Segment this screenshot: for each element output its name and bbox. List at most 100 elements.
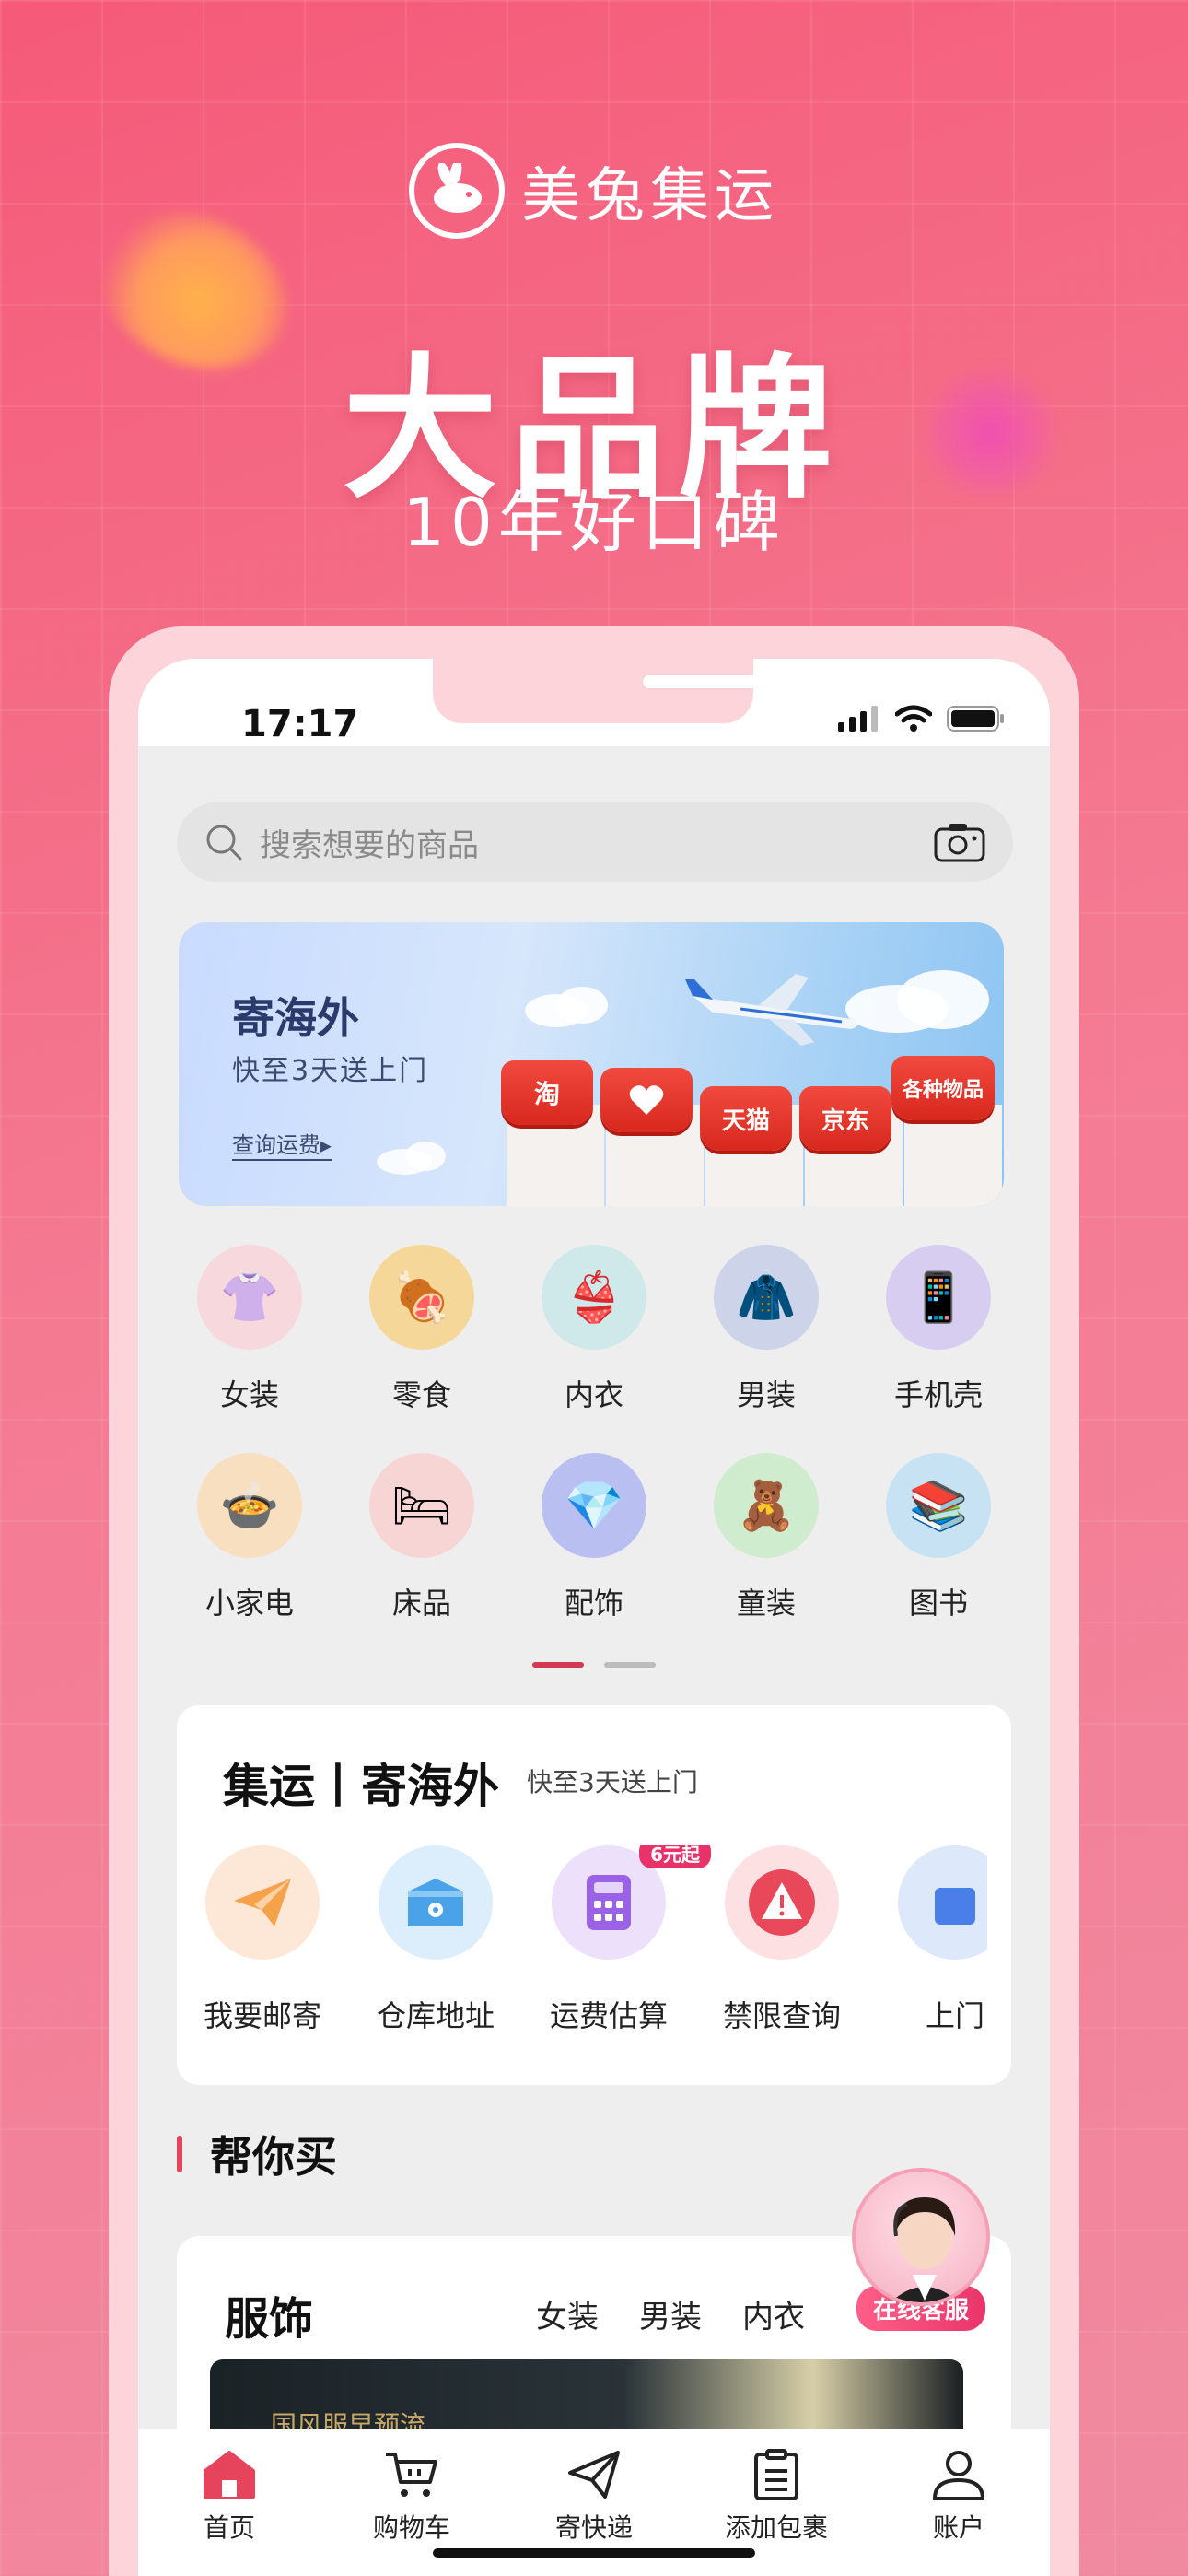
service-fee-estimate[interactable]: 6元起 运费估算 [550,1845,711,2035]
womens-clothing-icon: 👚 [197,1245,302,1350]
package-icon [754,2449,798,2500]
kids-clothing-icon: 🧸 [714,1453,819,1558]
clothing-title: 服饰 [225,2293,314,2345]
tab-womens[interactable]: 女装 [536,2291,599,2336]
signal-icon [838,706,878,732]
store-taobao: 淘 [501,1060,593,1125]
category-label: 男装 [736,1377,796,1412]
heart-icon [629,1085,664,1115]
tab-label: 首页 [203,2512,255,2543]
shipping-card-title: 集运丨寄海外 [223,1760,499,1813]
cloud-icon [377,1142,446,1175]
bedding-icon: 🛏 [369,1453,474,1558]
store-tmall: 天猫 [700,1086,792,1151]
category-underwear[interactable]: 👙 内衣 [510,1245,678,1414]
category-label: 配饰 [564,1586,623,1621]
category-label: 零食 [391,1377,451,1412]
wifi-icon [895,705,932,732]
home-icon [204,2451,255,2499]
service-warehouse[interactable]: 仓库地址 [377,1845,495,2035]
category-row: 🍲 小家电 🛏 床品 💎 配饰 🧸 童装 📚 图书 [166,1453,1022,1622]
service-list: 我要邮寄 仓库地址 6元起 运费估算 禁限查询 上门 [204,1845,987,2035]
tab-label: 账户 [932,2512,984,2543]
search-placeholder: 搜索想要的商品 [260,826,479,864]
shipping-banner[interactable]: 寄海外 快至3天送上门 查询运费▸ 淘 天猫 京东 各种物品 [179,922,1004,1206]
category-label: 小家电 [204,1586,294,1621]
status-icons [838,705,1006,732]
page-dot-active [532,1662,584,1668]
service-pickup[interactable]: 上门 [897,1845,987,2035]
warning-icon [725,1845,839,1960]
category-bedding[interactable]: 🛏 床品 [338,1453,506,1622]
customer-service-button[interactable]: 在线客服 [847,2168,995,2331]
price-badge: 6元起 [639,1845,711,1868]
home-indicator [433,2548,755,2558]
shipping-fee-link[interactable]: 查询运费▸ [232,1127,332,1161]
paper-plane-icon [205,1845,320,1960]
tab-home[interactable]: 首页 [151,2449,308,2576]
clothing-tabs: 女装 男装 内衣 [536,2291,805,2336]
category-kids[interactable]: 🧸 童装 [682,1453,850,1622]
category-row: 👚 女装 🍖 零食 👙 内衣 🧥 男装 📱 手机壳 [166,1245,1022,1414]
category-appliances[interactable]: 🍲 小家电 [166,1453,333,1622]
hero-subheadline: 10年好口碑 [402,484,786,561]
battery-icon [947,706,1004,732]
camera-icon[interactable] [934,822,985,862]
service-send[interactable]: 我要邮寄 [204,1845,322,2035]
cloud-icon [525,987,608,1027]
brand-header: 美兔集运 [0,143,1188,239]
category-label: 图书 [908,1586,968,1621]
service-restrictions[interactable]: 禁限查询 [723,1845,841,2035]
category-label: 女装 [219,1377,279,1412]
underwear-icon: 👙 [542,1245,646,1350]
tab-account[interactable]: 账户 [880,2449,1037,2576]
books-icon: 📚 [886,1453,991,1558]
tab-label: 添加包裹 [724,2512,828,2543]
tab-mens[interactable]: 男装 [639,2291,702,2336]
category-label: 童装 [736,1586,796,1621]
category-books[interactable]: 📚 图书 [855,1453,1022,1622]
account-icon [933,2451,984,2500]
section-accent-bar [177,2136,182,2172]
help-buy-section-title: 帮你买 [177,2124,337,2184]
store-jd: 京东 [799,1086,891,1151]
category-womens[interactable]: 👚 女装 [166,1245,333,1414]
shipping-services-card: 集运丨寄海外 快至3天送上门 我要邮寄 仓库地址 6元起 运费估算 禁限查询 上… [177,1705,1011,2085]
rabbit-logo-icon [409,143,505,239]
page-indicator [138,1662,1050,1668]
category-accessories[interactable]: 💎 配饰 [510,1453,678,1622]
pickup-icon [898,1845,987,1960]
appliance-icon: 🍲 [197,1453,302,1558]
shipping-card-subtitle: 快至3天送上门 [527,1767,698,1797]
phone-notch [433,659,804,723]
banner-subtitle: 快至3天送上门 [232,1055,429,1087]
phone-screen: 17:17 搜索想要的商品 寄海外 快至3天送上门 查询运费▸ 淘 天猫 京东 … [138,659,1050,2576]
tab-label: 寄快递 [554,2512,633,2543]
category-snacks[interactable]: 🍖 零食 [338,1245,506,1414]
store-various: 各种物品 [891,1056,995,1120]
brand-name: 美兔集运 [521,162,779,230]
search-bar[interactable]: 搜索想要的商品 [177,802,1013,882]
banner-title: 寄海外 [232,993,359,1043]
agent-avatar [852,2168,990,2306]
service-label: 运费估算 [550,1998,669,2033]
accessories-icon: 💎 [542,1453,646,1558]
mens-clothing-icon: 🧥 [714,1245,819,1350]
category-mens[interactable]: 🧥 男装 [682,1245,850,1414]
airplane-icon [685,974,858,1046]
cart-icon [386,2453,437,2497]
warehouse-icon [379,1845,493,1960]
tab-label: 购物车 [372,2512,450,2543]
page-dot [604,1662,656,1668]
status-time: 17:17 [241,703,359,745]
section-title: 帮你买 [210,2132,337,2182]
service-label: 仓库地址 [377,1998,495,2033]
category-phone-case[interactable]: 📱 手机壳 [855,1245,1022,1414]
tab-underwear[interactable]: 内衣 [742,2291,805,2336]
snacks-icon: 🍖 [369,1245,474,1350]
service-label: 上门 [925,1998,984,2033]
store-heart [600,1068,693,1132]
service-label: 我要邮寄 [204,1998,322,2033]
category-label: 床品 [391,1586,451,1621]
category-label: 手机壳 [893,1377,983,1412]
